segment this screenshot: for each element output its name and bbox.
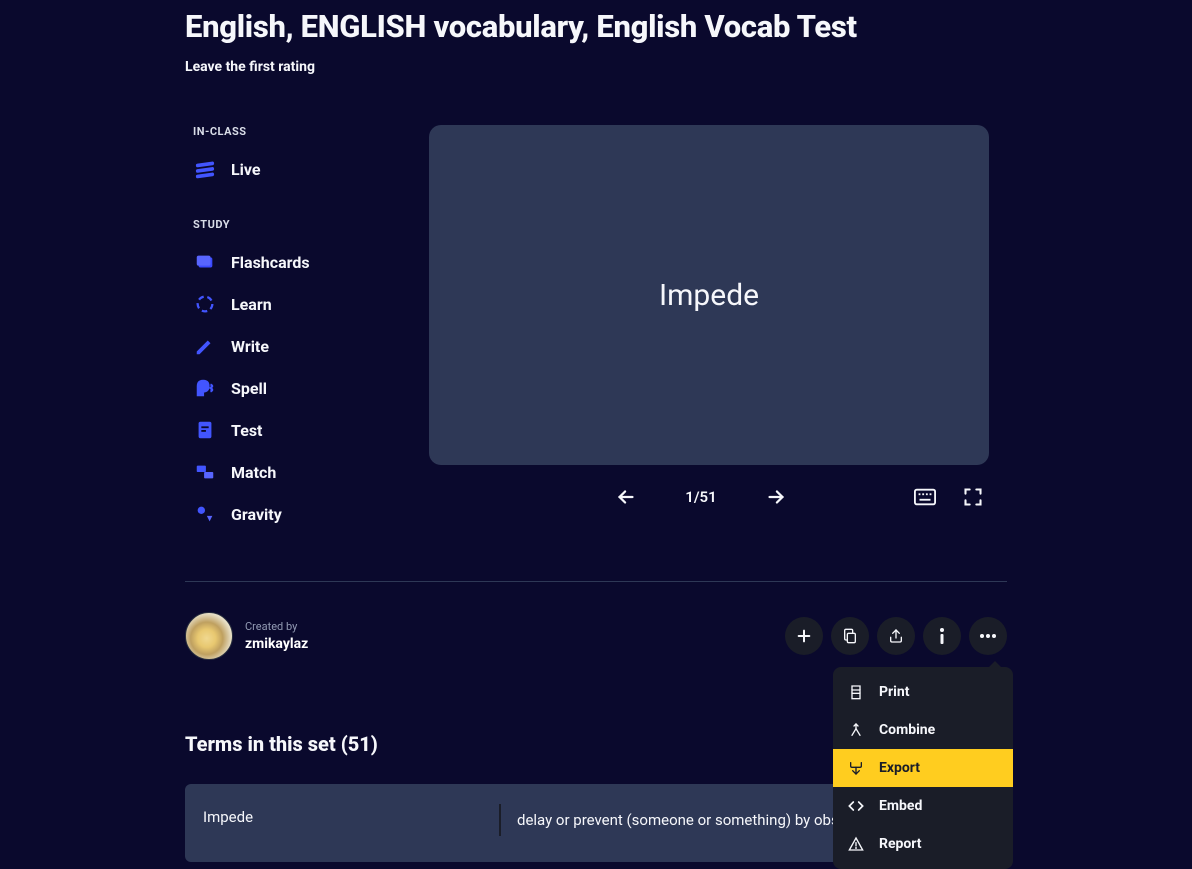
export-icon: [847, 759, 865, 777]
term-word: Impede: [203, 808, 483, 832]
dropdown-combine[interactable]: Combine: [833, 711, 1013, 749]
nav-gravity-label: Gravity: [231, 505, 282, 524]
flashcard[interactable]: Impede: [429, 125, 989, 465]
dropdown-export[interactable]: Export: [833, 749, 1013, 787]
more-button[interactable]: [969, 617, 1007, 655]
created-by-label: Created by: [245, 620, 308, 633]
learn-icon: [193, 292, 217, 316]
keyboard-shortcuts-button[interactable]: [913, 485, 937, 509]
test-icon: [193, 418, 217, 442]
write-icon: [193, 334, 217, 358]
match-icon: [193, 460, 217, 484]
fullscreen-button[interactable]: [961, 485, 985, 509]
nav-learn-label: Learn: [231, 295, 272, 314]
nav-gravity[interactable]: Gravity: [193, 493, 421, 535]
report-icon: [847, 835, 865, 853]
section-label-study: STUDY: [193, 218, 421, 231]
dropdown-report[interactable]: Report: [833, 825, 1013, 863]
more-dropdown: Print Combine Export: [833, 667, 1013, 869]
page-title: English, ENGLISH vocabulary, English Voc…: [185, 8, 1007, 45]
nav-test-label: Test: [231, 421, 262, 440]
avatar: [185, 612, 233, 660]
embed-icon: [847, 797, 865, 815]
card-counter: 1/51: [685, 488, 716, 506]
gravity-icon: [193, 502, 217, 526]
section-label-inclass: IN-CLASS: [193, 125, 421, 138]
share-button[interactable]: [877, 617, 915, 655]
info-button[interactable]: [923, 617, 961, 655]
flashcards-icon: [193, 250, 217, 274]
author-name: zmikaylaz: [245, 636, 308, 652]
next-card-button[interactable]: [765, 486, 787, 508]
nav-spell-label: Spell: [231, 379, 267, 398]
live-icon: [193, 157, 217, 181]
nav-write-label: Write: [231, 337, 269, 356]
term-separator: [499, 804, 501, 836]
nav-match-label: Match: [231, 463, 276, 482]
nav-match[interactable]: Match: [193, 451, 421, 493]
dropdown-combine-label: Combine: [879, 722, 935, 738]
nav-flashcards[interactable]: Flashcards: [193, 241, 421, 283]
combine-icon: [847, 721, 865, 739]
flashcard-word: Impede: [659, 278, 759, 313]
nav-write[interactable]: Write: [193, 325, 421, 367]
dropdown-report-label: Report: [879, 836, 922, 852]
spell-icon: [193, 376, 217, 400]
nav-learn[interactable]: Learn: [193, 283, 421, 325]
study-sidebar: IN-CLASS Live STUDY Flashcards Learn: [185, 125, 421, 535]
copy-button[interactable]: [831, 617, 869, 655]
dropdown-embed-label: Embed: [879, 798, 922, 814]
nav-flashcards-label: Flashcards: [231, 253, 310, 272]
nav-test[interactable]: Test: [193, 409, 421, 451]
dropdown-embed[interactable]: Embed: [833, 787, 1013, 825]
prev-card-button[interactable]: [615, 486, 637, 508]
nav-live[interactable]: Live: [193, 148, 421, 190]
dropdown-print-label: Print: [879, 684, 909, 700]
author-block[interactable]: Created by zmikaylaz: [185, 612, 308, 660]
add-button[interactable]: [785, 617, 823, 655]
dropdown-export-label: Export: [879, 760, 920, 776]
rating-prompt[interactable]: Leave the first rating: [185, 59, 1007, 75]
nav-spell[interactable]: Spell: [193, 367, 421, 409]
nav-live-label: Live: [231, 160, 261, 179]
print-icon: [847, 683, 865, 701]
dropdown-print[interactable]: Print: [833, 673, 1013, 711]
